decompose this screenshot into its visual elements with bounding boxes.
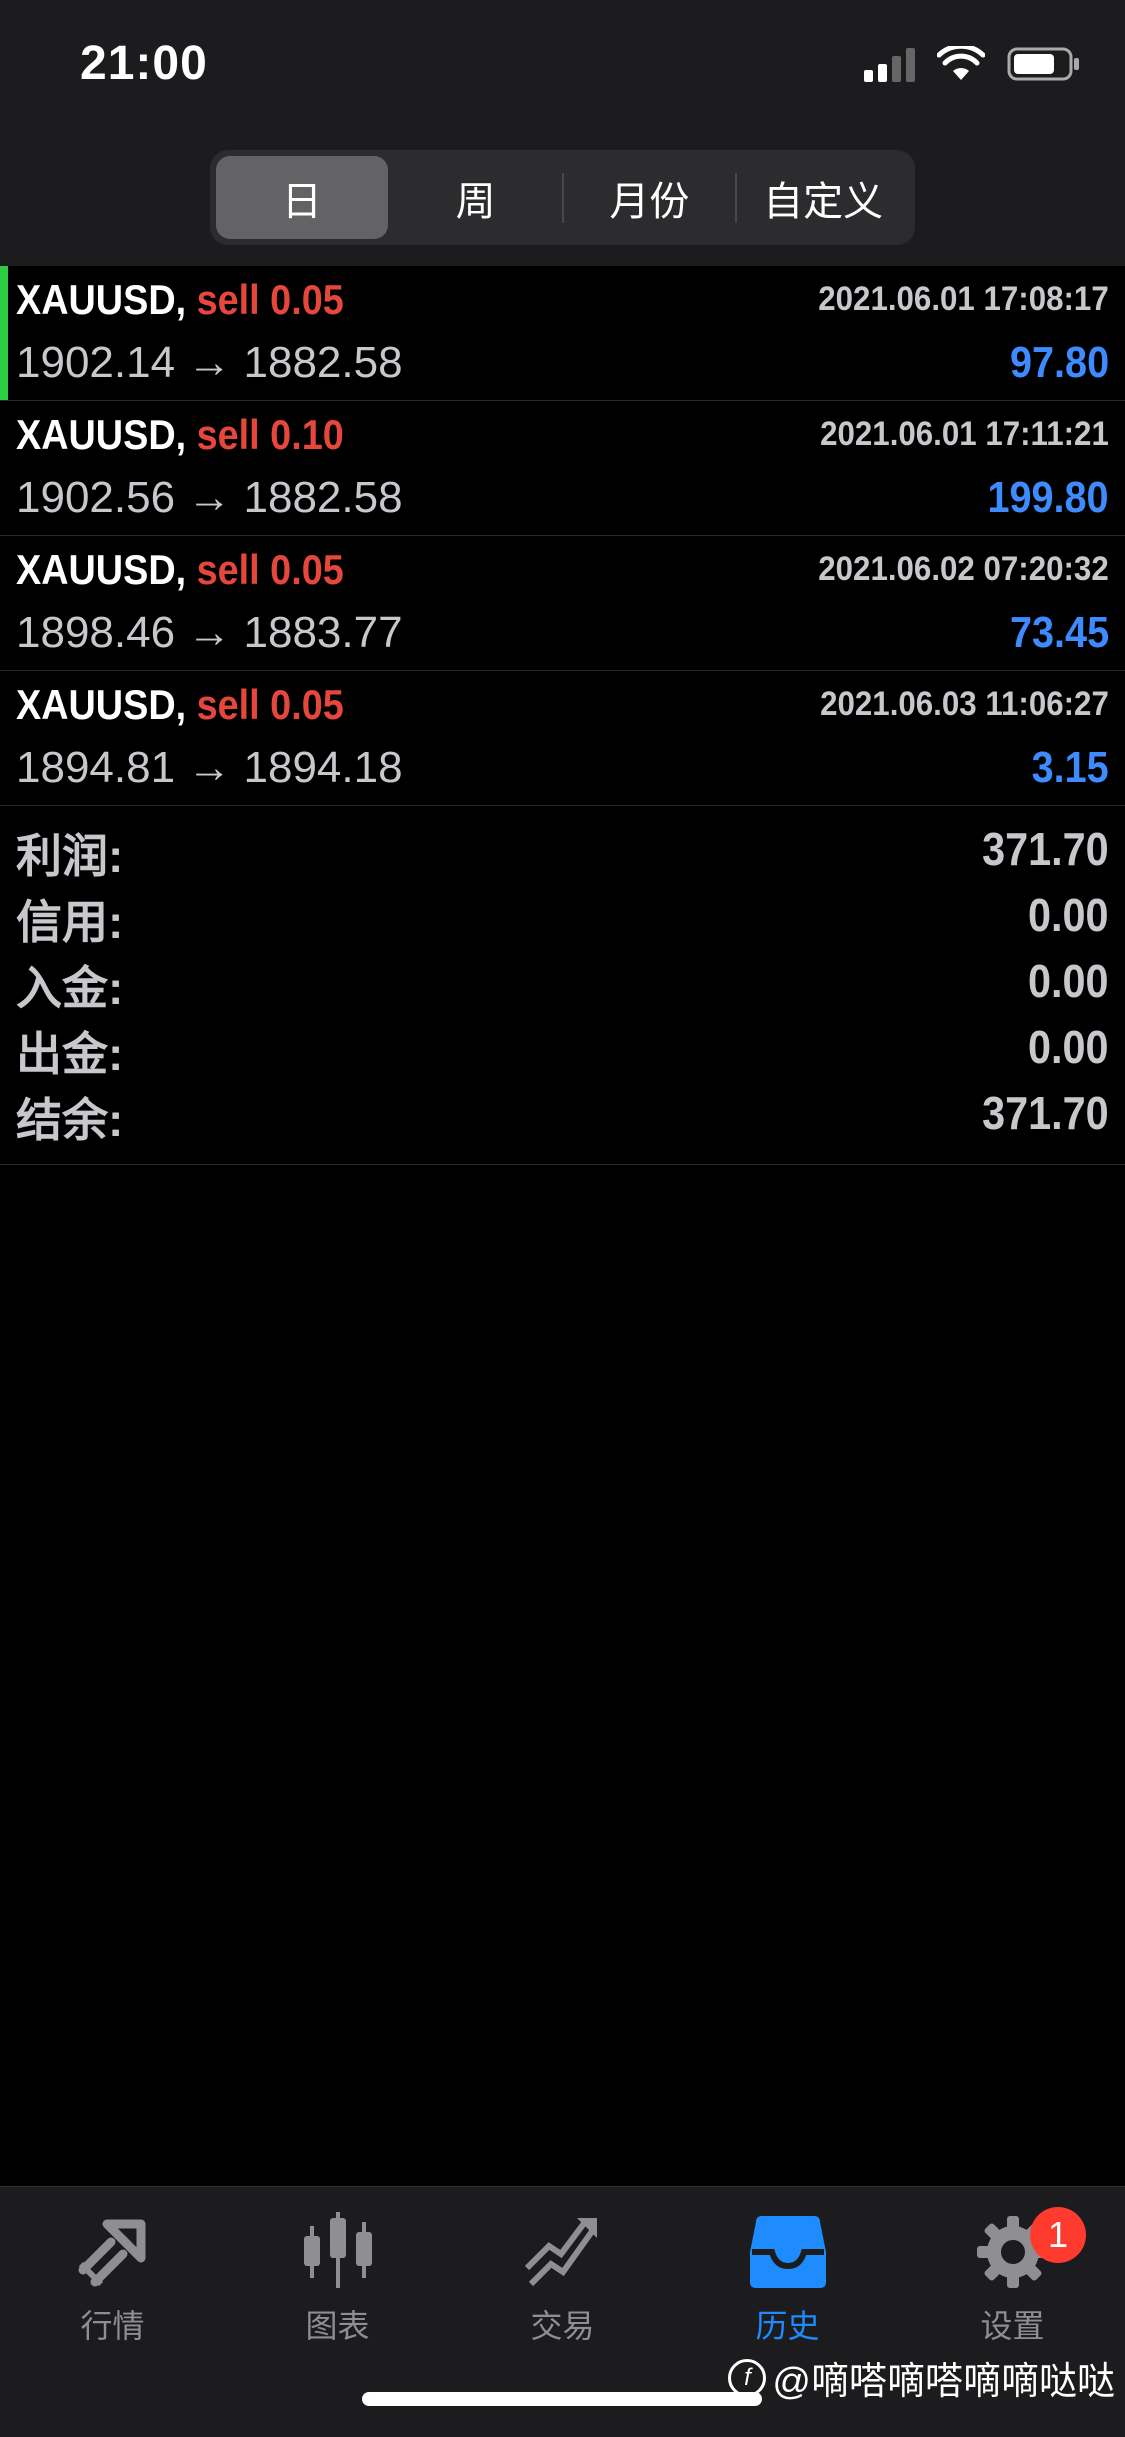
account-summary: 利润: 371.70 信用: 0.00 入金: 0.00 出金: 0.00 结余… bbox=[0, 812, 1125, 1165]
deal-symbol-line: XAUUSD, sell 0.05 bbox=[16, 546, 344, 594]
deal-profit: 73.45 bbox=[1009, 608, 1109, 657]
summary-value: 0.00 bbox=[1028, 955, 1109, 1007]
deal-symbol: XAUUSD, bbox=[16, 276, 187, 323]
summary-value: 371.70 bbox=[982, 1087, 1109, 1139]
weibo-logo-icon: f bbox=[728, 2358, 767, 2397]
deal-symbol-line: XAUUSD, sell 0.05 bbox=[16, 681, 344, 729]
summary-label: 入金: bbox=[16, 962, 124, 1014]
deal-symbol: XAUUSD, bbox=[16, 681, 187, 728]
deal-profit: 3.15 bbox=[1031, 743, 1109, 792]
status-time: 21:00 bbox=[80, 37, 208, 90]
deal-time: 2021.06.01 17:11:21 bbox=[820, 415, 1109, 453]
deal-prices: 1894.81 → 1894.18 bbox=[16, 743, 403, 792]
tab-settings[interactable]: 设置 1 bbox=[900, 2207, 1125, 2357]
quotes-icon bbox=[0, 2207, 225, 2297]
deal-profit: 199.80 bbox=[987, 473, 1109, 522]
deal-row[interactable]: XAUUSD, sell 0.05 2021.06.02 07:20:32 18… bbox=[0, 536, 1125, 671]
gear-icon bbox=[900, 2207, 1125, 2297]
notification-badge: 1 bbox=[1030, 2207, 1086, 2263]
segment-week[interactable]: 周 bbox=[390, 156, 562, 239]
segment-day[interactable]: 日 bbox=[216, 156, 388, 239]
deal-prices: 1898.46 → 1883.77 bbox=[16, 608, 403, 657]
summary-label: 出金: bbox=[16, 1028, 124, 1080]
deal-symbol-line: XAUUSD, sell 0.05 bbox=[16, 276, 344, 324]
deal-profit: 97.80 bbox=[1009, 338, 1109, 387]
deal-type: sell 0.05 bbox=[196, 276, 344, 323]
tab-label: 图表 bbox=[305, 2308, 370, 2344]
summary-row-credit: 信用: 0.00 bbox=[0, 878, 1125, 948]
wifi-icon bbox=[937, 46, 985, 82]
trade-chart-icon bbox=[450, 2207, 675, 2297]
deal-type: sell 0.05 bbox=[196, 681, 344, 728]
deals-list: XAUUSD, sell 0.05 2021.06.01 17:08:17 19… bbox=[0, 266, 1125, 806]
summary-value: 0.00 bbox=[1028, 1021, 1109, 1073]
deal-type: sell 0.10 bbox=[196, 411, 344, 458]
status-icons bbox=[864, 46, 1081, 82]
summary-row-balance: 结余: 371.70 bbox=[0, 1076, 1125, 1146]
deal-time: 2021.06.03 11:06:27 bbox=[820, 685, 1109, 723]
period-segmented-control: 日 周 月份 自定义 bbox=[210, 150, 915, 245]
deal-prices: 1902.56 → 1882.58 bbox=[16, 473, 403, 522]
tab-history[interactable]: 历史 bbox=[675, 2207, 900, 2357]
deal-symbol: XAUUSD, bbox=[16, 411, 187, 458]
battery-icon bbox=[1007, 46, 1081, 82]
deal-row[interactable]: XAUUSD, sell 0.05 2021.06.03 11:06:27 18… bbox=[0, 671, 1125, 806]
home-indicator[interactable] bbox=[362, 2392, 762, 2406]
cellular-signal-icon bbox=[864, 46, 915, 82]
tab-trade[interactable]: 交易 bbox=[450, 2207, 675, 2357]
deal-time: 2021.06.01 17:08:17 bbox=[818, 280, 1109, 318]
deal-row[interactable]: XAUUSD, sell 0.05 2021.06.01 17:08:17 19… bbox=[0, 266, 1125, 401]
summary-label: 利润: bbox=[16, 830, 124, 882]
deal-time: 2021.06.02 07:20:32 bbox=[818, 550, 1109, 588]
deal-type: sell 0.05 bbox=[196, 546, 344, 593]
tab-label: 历史 bbox=[755, 2308, 820, 2344]
tab-chart[interactable]: 图表 bbox=[225, 2207, 450, 2357]
tab-label: 交易 bbox=[530, 2308, 595, 2344]
summary-row-profit: 利润: 371.70 bbox=[0, 812, 1125, 882]
summary-row-withdrawal: 出金: 0.00 bbox=[0, 1010, 1125, 1080]
tab-label: 行情 bbox=[80, 2308, 145, 2344]
deal-prices: 1902.14 → 1882.58 bbox=[16, 338, 403, 387]
history-inbox-icon bbox=[675, 2207, 900, 2297]
deal-symbol: XAUUSD, bbox=[16, 546, 187, 593]
top-header: 21:00 日 周 月份 自定义 bbox=[0, 0, 1125, 266]
tab-label: 设置 bbox=[980, 2308, 1045, 2344]
candlestick-chart-icon bbox=[225, 2207, 450, 2297]
summary-value: 0.00 bbox=[1028, 889, 1109, 941]
segment-month[interactable]: 月份 bbox=[564, 156, 736, 239]
summary-row-deposit: 入金: 0.00 bbox=[0, 944, 1125, 1014]
segment-custom[interactable]: 自定义 bbox=[737, 156, 909, 239]
summary-label: 结余: bbox=[16, 1094, 124, 1146]
watermark: f @嘀嗒嘀嗒嘀嘀哒哒 bbox=[728, 2350, 1115, 2405]
deal-row[interactable]: XAUUSD, sell 0.10 2021.06.01 17:11:21 19… bbox=[0, 401, 1125, 536]
tab-quotes[interactable]: 行情 bbox=[0, 2207, 225, 2357]
deal-symbol-line: XAUUSD, sell 0.10 bbox=[16, 411, 344, 459]
watermark-text: @嘀嗒嘀嗒嘀嘀哒哒 bbox=[772, 2361, 1115, 2403]
summary-value: 371.70 bbox=[982, 823, 1109, 875]
summary-label: 信用: bbox=[16, 896, 124, 948]
